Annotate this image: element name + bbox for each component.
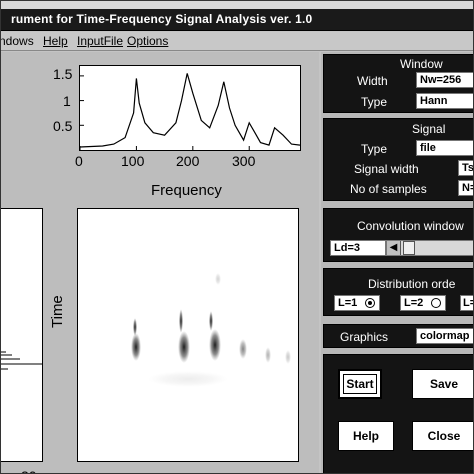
title-bar: rument for Time-Frequency Signal Analysi… — [1, 9, 473, 31]
spectrum-xtick-label: 100 — [121, 153, 145, 169]
radio-selected-icon[interactable] — [365, 298, 375, 308]
convolution-panel: Convolution window Ld=3 ◀ — [323, 208, 473, 262]
title-strip — [1, 1, 473, 9]
window-width-label: Width — [357, 74, 388, 88]
spectrum-xtick-label: 200 — [176, 153, 200, 169]
window-panel-heading: Window — [400, 57, 443, 71]
tf-component — [133, 318, 137, 336]
start-button-label: Start — [343, 374, 377, 394]
app-window: rument for Time-Frequency Signal Analysi… — [0, 0, 474, 474]
menu-inputfile[interactable]: InputFile — [77, 34, 123, 48]
convolution-slider[interactable]: ◀ — [386, 240, 473, 256]
tf-yaxis-title: Time — [49, 295, 66, 328]
window-type-label: Type — [361, 95, 388, 109]
spectrum-xaxis-title: Frequency — [151, 182, 222, 199]
time-marginal-svg — [1, 351, 42, 370]
graphics-label: Graphics — [340, 330, 389, 344]
menu-windows[interactable]: ndows — [0, 34, 34, 48]
signal-type-label: Type — [361, 142, 388, 156]
distribution-option-1[interactable]: L=1 — [334, 295, 380, 311]
distribution-option-2-label: L=2 — [404, 297, 424, 309]
spectrum-plot-svg — [80, 73, 300, 150]
tf-component — [215, 273, 221, 285]
graphics-mode-field[interactable]: colormap — [416, 328, 473, 344]
tf-component — [131, 333, 141, 361]
distribution-option-2[interactable]: L=2 — [400, 295, 446, 311]
signal-width-field[interactable]: Ts — [458, 160, 473, 176]
distribution-panel-heading: Distribution orde — [368, 277, 456, 291]
tf-component — [285, 350, 291, 364]
close-button-label: Close — [427, 429, 461, 443]
start-button[interactable]: Start — [338, 369, 382, 399]
control-panel: Window Width Nw=256 Type Hann Signal Typ… — [321, 52, 473, 473]
tf-component — [265, 347, 271, 363]
menu-help[interactable]: Help — [43, 34, 68, 48]
time-xtick-label: 30 — [21, 468, 37, 473]
distribution-option-3-label: L= — [463, 297, 473, 309]
tf-distribution-axes — [77, 208, 299, 462]
radio-unselected-icon[interactable] — [431, 298, 441, 308]
time-marginal-axes — [1, 208, 43, 462]
signal-samples-label: No of samples — [350, 182, 427, 196]
spectrum-ytick-label: 1 — [63, 93, 71, 109]
spectrum-ytick-label: 0.5 — [53, 118, 73, 134]
save-button[interactable]: Save — [412, 369, 473, 399]
distribution-option-3[interactable]: L= — [460, 295, 473, 311]
slider-thumb[interactable] — [403, 241, 415, 255]
tf-component — [209, 329, 221, 361]
tf-component — [209, 311, 213, 331]
window-panel: Window Width Nw=256 Type Hann — [323, 54, 473, 113]
spectrum-axes — [79, 65, 301, 151]
distribution-panel: Distribution orde L=1 L=2 L= — [323, 268, 473, 316]
signal-type-field[interactable]: file — [416, 140, 473, 156]
spectrum-xtick-label: 0 — [75, 153, 83, 169]
slider-left-arrow-icon[interactable]: ◀ — [387, 241, 401, 255]
window-width-field[interactable]: Nw=256 — [416, 72, 473, 88]
window-type-field[interactable]: Hann — [416, 93, 473, 109]
spectrum-series-line — [80, 73, 300, 148]
spectrum-ytick-label: 1.5 — [53, 66, 73, 82]
window-title: rument for Time-Frequency Signal Analysi… — [11, 12, 313, 26]
menu-windows-label: ndows — [0, 34, 34, 48]
menu-options[interactable]: Options — [127, 34, 168, 48]
help-button[interactable]: Help — [338, 421, 394, 451]
tf-component — [179, 309, 183, 333]
spectrum-xtick-label: 300 — [232, 153, 256, 169]
signal-panel-heading: Signal — [412, 122, 446, 136]
menu-inputfile-label: InputFile — [77, 34, 124, 48]
tf-noise — [148, 371, 228, 387]
menu-bar: ndows Help InputFile Options — [0, 32, 473, 51]
plot-area: 1.5 1 0.5 0 100 200 300 Frequency 30 — [1, 52, 319, 473]
convolution-value-field[interactable]: Ld=3 — [330, 240, 386, 256]
tf-component — [239, 339, 247, 359]
signal-samples-field[interactable]: N= — [458, 180, 473, 196]
action-panel: Start Save Help Close — [323, 354, 473, 473]
menu-help-label: Help — [43, 34, 68, 48]
tf-distribution-svg — [131, 273, 291, 387]
help-button-label: Help — [352, 429, 379, 443]
menu-options-label: Options — [127, 34, 169, 48]
convolution-panel-heading: Convolution window — [357, 219, 464, 233]
signal-width-label: Signal width — [354, 162, 419, 176]
tf-component — [178, 331, 190, 363]
save-button-label: Save — [429, 377, 459, 391]
distribution-option-1-label: L=1 — [338, 297, 358, 309]
close-button[interactable]: Close — [412, 421, 473, 451]
signal-panel: Signal Type file Signal width Ts No of s… — [323, 118, 473, 201]
graphics-panel: Graphics colormap — [323, 324, 473, 348]
